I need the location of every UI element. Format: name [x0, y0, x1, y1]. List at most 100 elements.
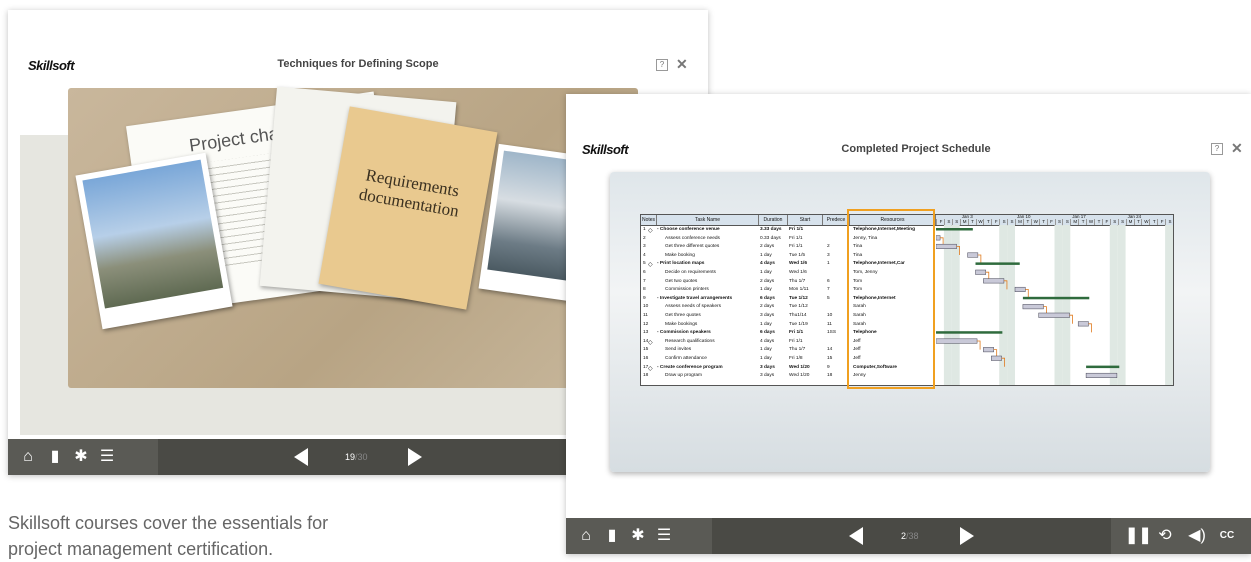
gantt-bar — [936, 331, 1003, 334]
document-icon[interactable]: ▮ — [45, 447, 65, 467]
document-icon[interactable]: ▮ — [602, 526, 622, 546]
help-icon[interactable]: ? — [1211, 142, 1223, 155]
page-total: /30 — [355, 452, 368, 462]
gantt-cell-start: Mon 1/11 — [789, 287, 809, 293]
gantt-cell-start: Fri 1/1 — [789, 244, 803, 250]
gantt-bar — [1038, 312, 1070, 318]
slide-title: Techniques for Defining Scope — [277, 58, 439, 70]
gantt-bar — [936, 338, 978, 344]
gantt-cell-start: Wed 1/20 — [789, 364, 810, 370]
col-start: Start — [788, 215, 823, 225]
next-icon[interactable] — [960, 527, 974, 545]
menu-list-icon[interactable]: ☰ — [654, 526, 674, 546]
close-icon[interactable]: ✕ — [676, 56, 688, 72]
gantt-cell-id: 2 — [643, 235, 646, 241]
gantt-cell-task: - Print location maps — [657, 261, 705, 267]
gantt-cell-id: 13 — [643, 330, 649, 336]
gantt-bar — [983, 347, 994, 353]
weekend-shade — [1054, 225, 1063, 385]
gantt-cell-start: Tue 1/5 — [789, 252, 806, 258]
gear-icon[interactable]: ✱ — [71, 447, 91, 467]
gantt-cell-task: - Investigate travel arrangements — [657, 295, 733, 301]
timescale-week: Jan 24 — [1127, 214, 1142, 219]
gantt-bar — [967, 252, 979, 258]
gantt-cell-pred: 2 — [827, 244, 830, 250]
page-counter: 19/30 — [345, 452, 368, 462]
gantt-cell-id: 9 — [643, 295, 646, 301]
gantt-cell-dur: 4 days — [760, 338, 775, 344]
caption-text: Skillsoft courses cover the essentials f… — [8, 513, 329, 559]
gantt-cell-id: 12 — [643, 321, 649, 327]
volume-icon[interactable]: ◀) — [1187, 526, 1207, 546]
col-predecessors: Predece — [823, 215, 850, 225]
gantt-cell-dur: 1 day — [760, 356, 772, 361]
gantt-cell-start: Thu 1/7 — [789, 278, 806, 284]
timescale-week: Jan 3 — [961, 214, 973, 219]
weekend-shade — [1007, 225, 1015, 385]
menu-list-icon[interactable]: ☰ — [97, 447, 117, 467]
previous-icon[interactable] — [849, 527, 863, 545]
gantt-cell-dur: 3 days — [760, 373, 775, 379]
gantt-cell-pred: 11 — [827, 321, 832, 327]
toolbar-left: ⌂ ▮ ✱ ☰ — [566, 518, 712, 554]
gantt-cell-task: Make bookings — [665, 321, 698, 327]
close-icon[interactable]: ✕ — [1231, 140, 1243, 156]
dependency-link — [977, 340, 981, 350]
gantt-bar — [991, 355, 1002, 361]
gantt-bar — [1077, 321, 1089, 327]
gantt-cell-dur: 2 days — [760, 278, 775, 284]
timescale: F S S M T W T F S S M T W T F S S M T W T F S S M T W T F S Jan 3 Jan 1… — [936, 214, 1173, 225]
gantt-bar — [1086, 365, 1120, 369]
gantt-bar — [983, 278, 1005, 284]
pause-icon[interactable]: ❚❚ — [1125, 526, 1152, 546]
gantt-cell-task: Confirm attendance — [665, 356, 707, 361]
gantt-cell-start: Tue 1/19 — [789, 321, 808, 327]
gantt-cell-start: Fri 1/8 — [789, 356, 803, 361]
gantt-cell-start: Wed 1/20 — [789, 373, 810, 379]
toolbar-right: ❚❚ ⟲ ◀) CC — [1111, 518, 1251, 554]
gantt-bar — [1022, 304, 1044, 310]
construction-photo — [75, 152, 233, 330]
gantt-cell-id: 10 — [643, 304, 649, 310]
gantt-bar — [1085, 372, 1118, 378]
gantt-cell-dur: 6 days — [760, 330, 775, 336]
gantt-cell-start: Thu 1/7 — [789, 347, 806, 353]
gantt-cell-dur: 3 days — [760, 313, 775, 318]
gantt-cell-task: Assess conference needs — [665, 235, 720, 241]
repeat-icon[interactable]: ⟲ — [1155, 526, 1175, 546]
gantt-cell-task: Commission printers — [665, 287, 709, 293]
slide-title: Completed Project Schedule — [841, 143, 991, 155]
weekend-shade — [1109, 225, 1118, 385]
folder-label: Requirements documentation — [357, 165, 461, 221]
gantt-cell-start: Wed 1/6 — [789, 270, 807, 275]
next-icon[interactable] — [408, 448, 422, 466]
home-icon[interactable]: ⌂ — [18, 447, 38, 467]
gantt-cell-dur: 1 day — [760, 270, 772, 275]
col-notes: Notes — [641, 215, 657, 225]
gantt-bar — [975, 262, 1020, 265]
gantt-cell-pred: 1SS — [827, 330, 837, 336]
home-icon[interactable]: ⌂ — [576, 526, 596, 546]
gantt-cell-pred: 7 — [827, 287, 830, 293]
weekend-shade — [1165, 225, 1173, 385]
desk-scene: Project charter Requirements documentati… — [68, 86, 640, 388]
gantt-cell-dur: 0.33 days — [760, 235, 781, 241]
dependency-link — [1025, 289, 1029, 298]
closed-captions-button[interactable]: CC — [1217, 526, 1237, 546]
gantt-cell-start: Tue 1/12 — [789, 295, 808, 301]
gantt-cell-id: 6 — [643, 270, 646, 275]
gantt-cell-start: Fri 1/1 — [789, 338, 803, 344]
gear-icon[interactable]: ✱ — [628, 526, 648, 546]
gantt-bar — [975, 269, 987, 275]
gantt-cell-pred: 3 — [827, 252, 830, 258]
gantt-cell-start: Fri 1/1 — [789, 227, 804, 232]
gantt-bar — [1014, 286, 1026, 292]
previous-icon[interactable] — [294, 448, 308, 466]
help-icon[interactable]: ? — [656, 58, 668, 71]
gantt-cell-dur: 2 days — [760, 244, 775, 250]
gantt-cell-task: - Commission speakers — [657, 330, 711, 336]
gantt-cell-task: Get three different quotes — [665, 244, 720, 250]
gantt-cell-dur: 1 day — [760, 252, 772, 258]
gantt-cell-id: 8 — [643, 287, 646, 293]
gantt-cell-start: Thu1/14 — [789, 313, 807, 318]
